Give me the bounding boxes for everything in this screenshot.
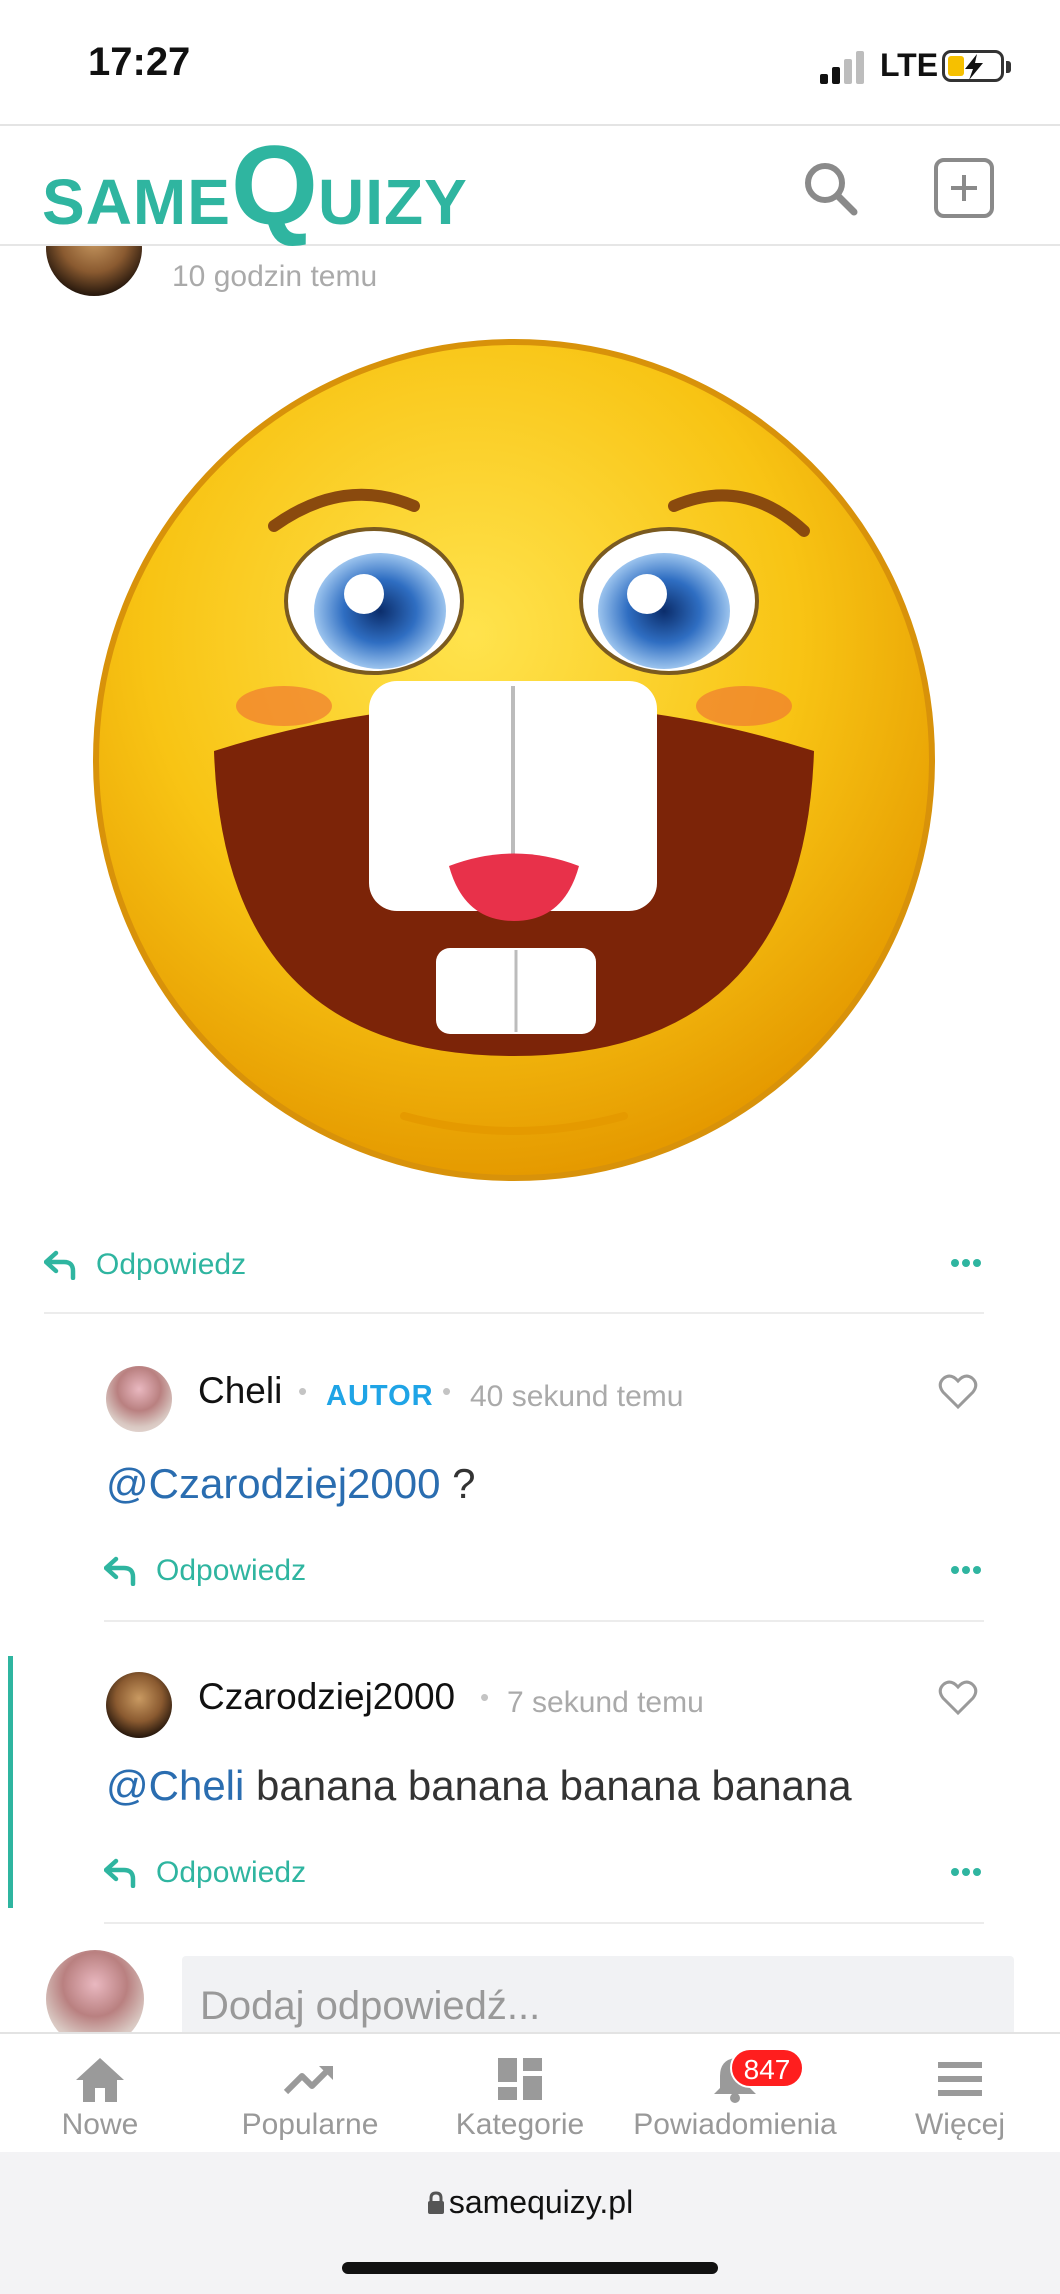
url-text[interactable]: samequizy.pl (0, 2184, 1060, 2221)
divider (104, 1922, 984, 1924)
more-options-icon[interactable] (951, 1566, 981, 1576)
status-time: 17:27 (88, 40, 191, 84)
nav-wiecej[interactable]: Więcej (860, 2034, 1060, 2154)
heart-icon[interactable] (938, 1374, 978, 1410)
separator-dot: • (298, 1376, 308, 1406)
menu-icon (938, 2062, 982, 2096)
nav-powiadomienia[interactable]: Powiadomienia (620, 2034, 850, 2154)
comment-author[interactable]: Cheli (198, 1370, 282, 1412)
comment-text: @Cheli banana banana banana banana (106, 1762, 852, 1809)
nav-kategorie[interactable]: Kategorie (420, 2034, 620, 2154)
reply-label: Odpowiedz (156, 1554, 307, 1587)
browser-address-bar[interactable]: samequizy.pl (0, 2152, 1060, 2294)
status-bar: 17:27 LTE (0, 0, 1060, 126)
comment-time: 40 sekund temu (470, 1380, 684, 1413)
reply-arrow-icon (104, 1556, 136, 1586)
user-mention[interactable]: @Cheli (106, 1762, 244, 1809)
new-comment-highlight (8, 1656, 13, 1908)
reply-placeholder: Dodaj odpowiedź... (200, 1984, 541, 2028)
avatar[interactable] (106, 1366, 172, 1432)
separator-dot: • (442, 1376, 452, 1406)
network-type: LTE (880, 47, 939, 83)
battery-icon (942, 50, 1011, 82)
add-quiz-icon[interactable] (934, 158, 994, 218)
comment-text: @Czarodziej2000 ? (106, 1460, 476, 1507)
nav-nowe[interactable]: Nowe (0, 2034, 200, 2154)
separator-dot: • (480, 1682, 490, 1712)
comment-time: 7 sekund temu (507, 1686, 704, 1719)
reply-arrow-icon (44, 1250, 76, 1280)
comment-reply-button[interactable]: Odpowiedz (104, 1552, 404, 1596)
post-timestamp: 10 godzin temu (172, 260, 378, 293)
comment-thread: 10 godzin temu Odpowiedz Cheli • AUTOR •… (10, 200, 1050, 2036)
signal-icon (820, 50, 868, 84)
more-options-icon[interactable] (951, 1868, 981, 1878)
divider (44, 1312, 984, 1314)
reply-arrow-icon (104, 1858, 136, 1888)
trending-icon (283, 2066, 333, 2095)
comment-reply-button[interactable]: Odpowiedz (104, 1854, 404, 1898)
notifications-badge: 847 (730, 2048, 804, 2088)
author-badge: AUTOR (326, 1380, 434, 1412)
divider (104, 1620, 984, 1622)
post-reply-button[interactable]: Odpowiedz (44, 1246, 344, 1290)
lock-icon (427, 2191, 444, 2214)
app-header: SAMEQUIZY (0, 128, 1060, 246)
more-options-icon[interactable] (951, 1259, 981, 1269)
nav-popularne[interactable]: Popularne (210, 2034, 410, 2154)
samequizy-logo[interactable]: SAMEQUIZY (42, 130, 468, 246)
home-indicator (342, 2262, 718, 2274)
bottom-navigation: Nowe Popularne Kategorie Powiadomienia 8… (0, 2032, 1060, 2152)
post-image (44, 336, 964, 1204)
home-icon (76, 2058, 124, 2102)
grid-icon (498, 2058, 542, 2100)
comment-author[interactable]: Czarodziej2000 (198, 1676, 455, 1718)
search-icon[interactable] (800, 158, 860, 218)
user-mention[interactable]: @Czarodziej2000 (106, 1460, 440, 1507)
heart-icon[interactable] (938, 1680, 978, 1716)
reply-label: Odpowiedz (156, 1856, 307, 1889)
reply-label: Odpowiedz (96, 1248, 247, 1281)
avatar[interactable] (106, 1672, 172, 1738)
